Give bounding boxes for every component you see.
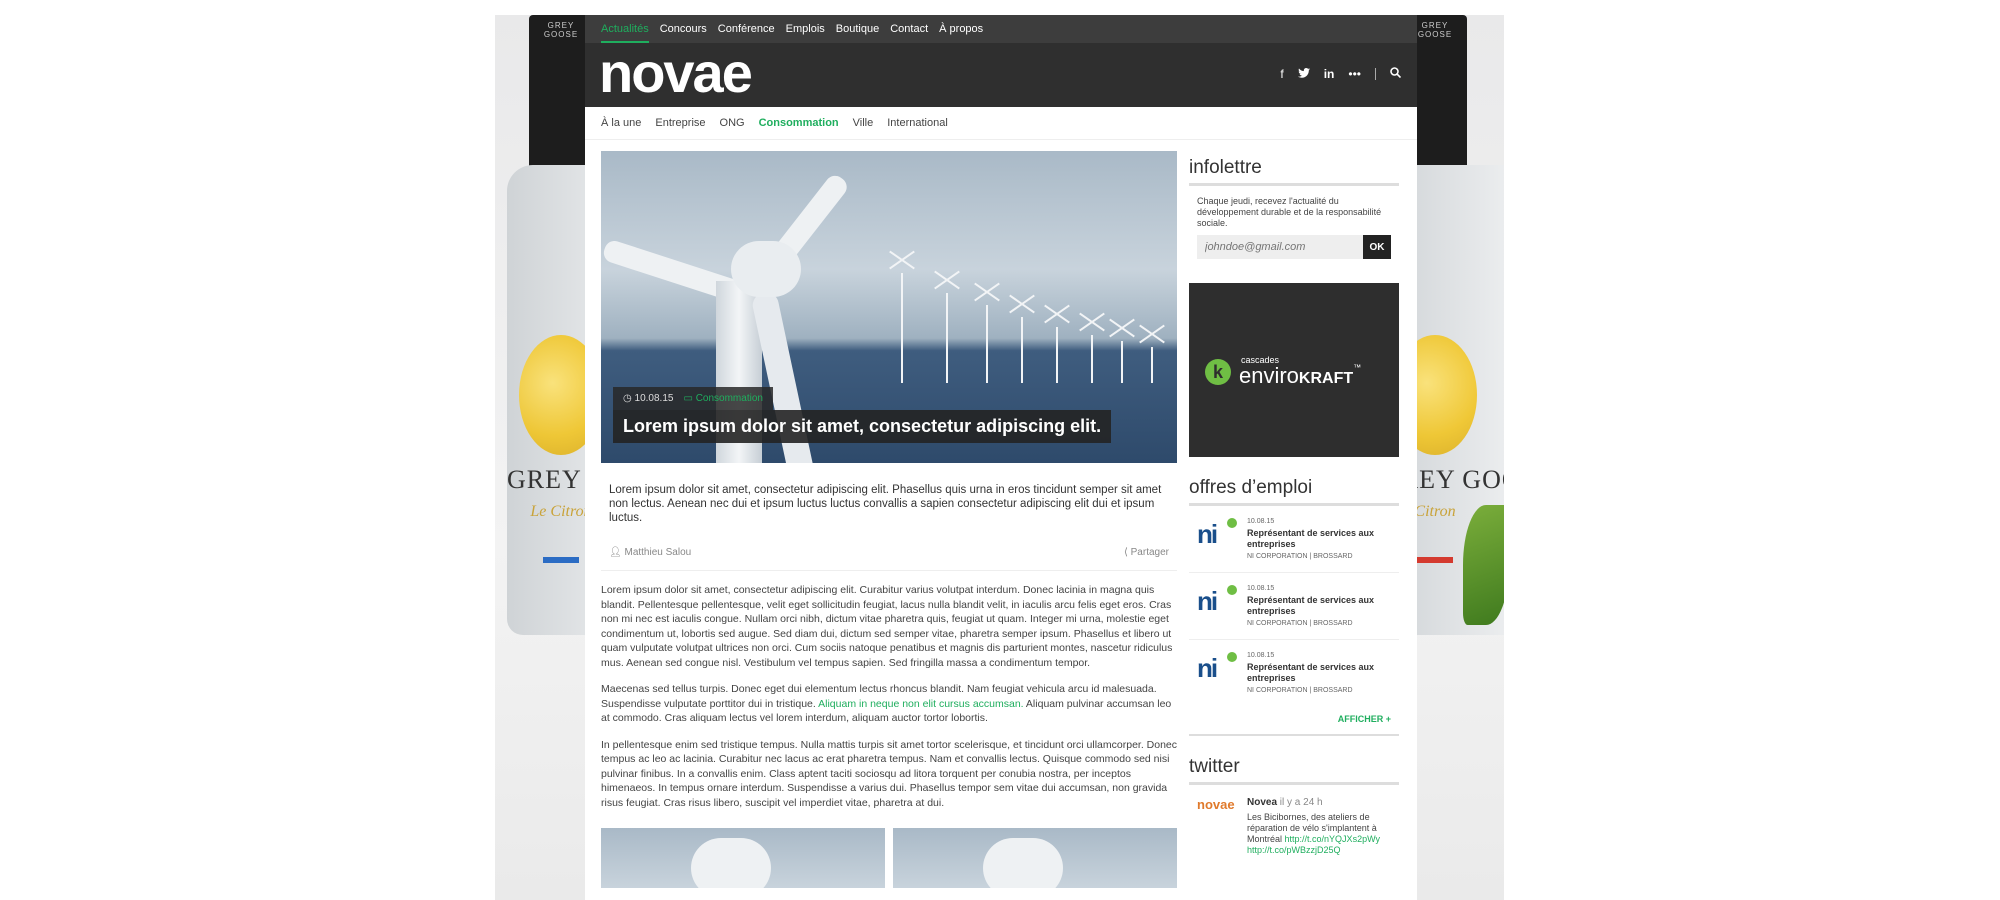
- article-byline: 👤︎ Matthieu Salou ⟨ Partager: [601, 535, 1177, 571]
- tweet: novae Novea il y a 24 h Les Bicibornes, …: [1189, 785, 1399, 868]
- hero-image[interactable]: ◷ 10.08.15 ▭ Consommation Lorem ipsum do…: [601, 151, 1177, 463]
- tweet-link[interactable]: http://t.co/pWBzzjD25Q: [1247, 845, 1341, 855]
- topnav-conference[interactable]: Conférence: [718, 15, 775, 43]
- job-item[interactable]: ni 10.08.15 Représentant de services aux…: [1189, 640, 1399, 706]
- facebook-icon[interactable]: f: [1280, 67, 1283, 81]
- subnav-entreprise[interactable]: Entreprise: [655, 117, 705, 129]
- tweet-text: Les Bicibornes, des ateliers de réparati…: [1247, 812, 1380, 855]
- subnav-consommation[interactable]: Consommation: [759, 117, 839, 129]
- share-button[interactable]: ⟨ Partager: [1124, 547, 1169, 558]
- topnav-actualites[interactable]: Actualités: [601, 15, 649, 43]
- job-item[interactable]: ni 10.08.15 Représentant de services aux…: [1189, 573, 1399, 640]
- article-title[interactable]: Lorem ipsum dolor sit amet, consectetur …: [613, 410, 1112, 443]
- newsletter-widget: infolettre Chaque jeudi, recevez l'actua…: [1189, 151, 1399, 259]
- newsletter-submit-button[interactable]: OK: [1363, 235, 1391, 259]
- inline-link[interactable]: Aliquam in neque non elit cursus accumsa…: [818, 698, 1023, 710]
- subnav-ville[interactable]: Ville: [853, 117, 874, 129]
- paragraph-1: Lorem ipsum dolor sit amet, consectetur …: [601, 584, 1173, 669]
- topnav-a-propos[interactable]: À propos: [939, 15, 983, 43]
- subnav-ong[interactable]: ONG: [720, 117, 745, 129]
- user-icon: 👤︎: [609, 547, 625, 558]
- linkedin-icon[interactable]: in: [1324, 67, 1335, 81]
- twitter-heading: twitter: [1189, 750, 1399, 785]
- more-icon[interactable]: •••: [1348, 67, 1361, 81]
- image-gallery: [601, 828, 1177, 888]
- clock-icon: ◷: [623, 393, 635, 404]
- newsletter-text: Chaque jeudi, recevez l'actualité du dév…: [1197, 196, 1382, 228]
- share-icon: ⟨: [1123, 547, 1131, 558]
- topnav-contact[interactable]: Contact: [890, 15, 928, 43]
- topnav-emplois[interactable]: Emplois: [786, 15, 825, 43]
- newsletter-email-input[interactable]: [1197, 235, 1363, 259]
- article: ◷ 10.08.15 ▭ Consommation Lorem ipsum do…: [601, 151, 1177, 888]
- hero-caption: ◷ 10.08.15 ▭ Consommation Lorem ipsum do…: [613, 387, 1112, 443]
- article-meta: ◷ 10.08.15 ▭ Consommation: [613, 387, 773, 410]
- ad-logo-icon: k: [1205, 359, 1231, 385]
- section-navigation: À la une Entreprise ONG Consommation Vil…: [585, 107, 1417, 140]
- subnav-a-la-une[interactable]: À la une: [601, 117, 641, 129]
- author[interactable]: 👤︎ Matthieu Salou: [609, 547, 691, 558]
- topnav-concours[interactable]: Concours: [660, 15, 707, 43]
- ni-logo-icon: ni: [1197, 585, 1239, 615]
- sidebar: infolettre Chaque jeudi, recevez l'actua…: [1189, 151, 1399, 868]
- top-navigation: Actualités Concours Conférence Emplois B…: [585, 15, 1417, 43]
- website: Actualités Concours Conférence Emplois B…: [585, 15, 1417, 900]
- jobs-widget: offres d’emploi ni 10.08.15 Représentant…: [1189, 471, 1399, 736]
- paragraph-3: In pellentesque enim sed tristique tempu…: [601, 738, 1178, 809]
- site-header: novae f in •••: [585, 43, 1417, 107]
- twitter-icon[interactable]: [1297, 67, 1310, 81]
- ad-brand: enviroKRAFT™: [1239, 363, 1362, 388]
- jobs-heading: offres d’emploi: [1189, 471, 1399, 506]
- subnav-international[interactable]: International: [887, 117, 948, 129]
- search-icon[interactable]: [1390, 67, 1402, 81]
- article-category[interactable]: ▭ Consommation: [683, 393, 763, 404]
- paragraph-2: Maecenas sed tellus turpis. Donec eget d…: [601, 683, 1172, 724]
- tweet-author: Novea il y a 24 h: [1247, 797, 1323, 808]
- separator: [1375, 68, 1376, 80]
- article-lead: Lorem ipsum dolor sit amet, consectetur …: [609, 484, 1162, 524]
- article-body: Lorem ipsum dolor sit amet, consectetur …: [601, 571, 1177, 810]
- tweet-avatar[interactable]: novae: [1197, 797, 1237, 856]
- ni-logo-icon: ni: [1197, 518, 1239, 548]
- sidebar-ad[interactable]: k cascades enviroKRAFT™: [1189, 283, 1399, 457]
- gallery-image[interactable]: [893, 828, 1177, 888]
- leaf-decoration: [1463, 505, 1504, 625]
- newsletter-heading: infolettre: [1189, 151, 1399, 186]
- gallery-image[interactable]: [601, 828, 885, 888]
- article-date: ◷ 10.08.15: [623, 393, 674, 404]
- ni-logo-icon: ni: [1197, 652, 1239, 682]
- topnav-boutique[interactable]: Boutique: [836, 15, 879, 43]
- background-ad-stage: GREY GOOSE GREY GOOSE Le Citron GREY GOO…: [495, 15, 1504, 900]
- jobs-more-link[interactable]: AFFICHER +: [1189, 706, 1399, 736]
- tweet-link[interactable]: http://t.co/nYQJXs2pWy: [1285, 834, 1380, 844]
- folder-icon: ▭: [683, 393, 696, 404]
- social-icons: f in •••: [1280, 67, 1402, 81]
- job-item[interactable]: ni 10.08.15 Représentant de services aux…: [1189, 506, 1399, 573]
- twitter-widget: twitter novae Novea il y a 24 h Les Bici…: [1189, 750, 1399, 868]
- site-logo[interactable]: novae: [599, 45, 753, 101]
